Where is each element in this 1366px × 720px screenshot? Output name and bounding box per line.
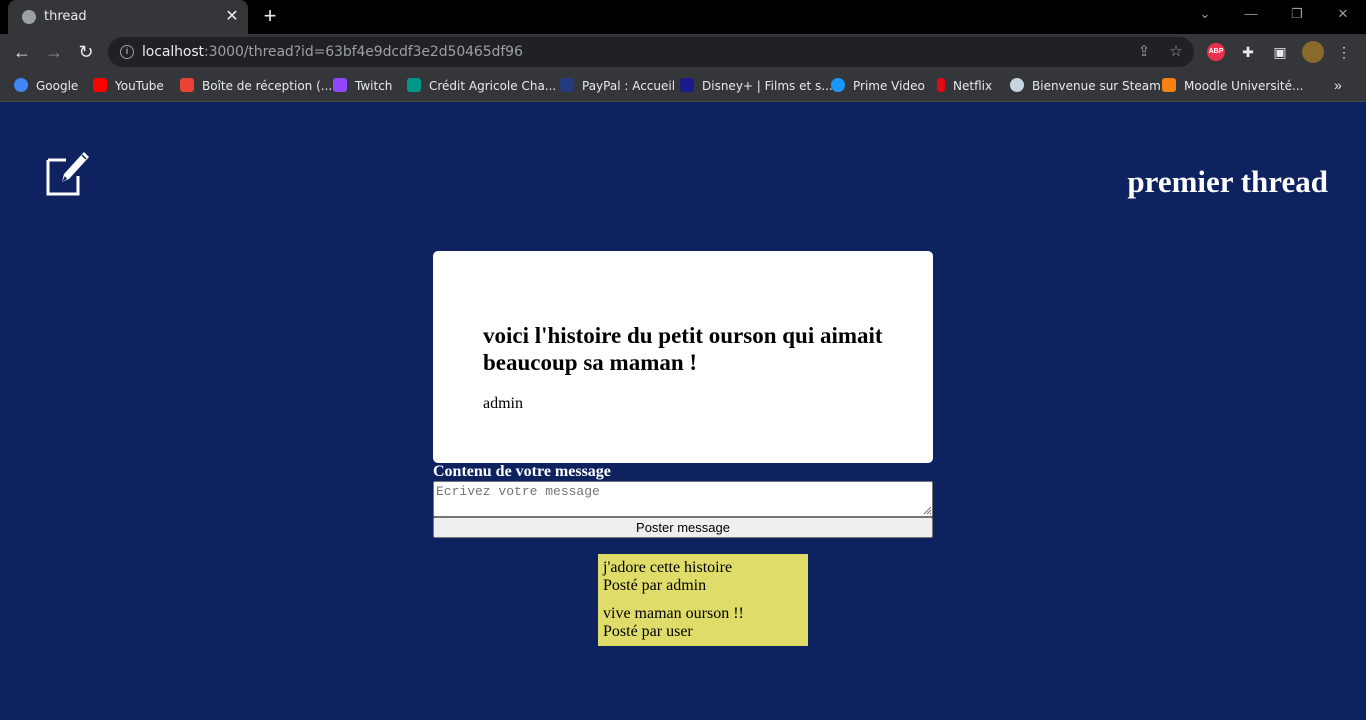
address-bar[interactable]: i localhost:3000/thread?id=63bf4e9dcdf3e… — [108, 37, 1194, 67]
bookmark-netflix[interactable]: Netflix — [937, 77, 992, 95]
url-text[interactable]: localhost:3000/thread?id=63bf4e9dcdf3e2d… — [142, 44, 523, 60]
gmail-icon — [180, 78, 194, 92]
new-tab-button[interactable]: + — [258, 4, 282, 28]
prime-video-icon — [831, 78, 845, 92]
bookmark-google[interactable]: Google — [14, 77, 78, 95]
reply-byline: Posté par admin — [603, 577, 707, 594]
bookmark-twitch[interactable]: Twitch — [333, 77, 392, 95]
disney-icon — [680, 78, 694, 92]
twitch-icon — [333, 78, 347, 92]
netflix-icon — [937, 78, 945, 92]
close-window-icon[interactable]: ✕ — [1333, 6, 1353, 22]
forward-arrow-icon[interactable]: → — [42, 40, 66, 64]
bookmark-disney[interactable]: Disney+ | Films et s... — [680, 77, 833, 95]
post-message-button[interactable]: Poster message — [433, 517, 933, 538]
credit-agricole-icon — [407, 78, 421, 92]
restore-icon[interactable]: ❐ — [1287, 6, 1307, 22]
google-icon — [14, 78, 28, 92]
moodle-icon — [1162, 78, 1176, 92]
more-bookmarks-icon[interactable]: » — [1334, 77, 1342, 93]
message-label: Contenu de votre message — [433, 463, 611, 480]
bookmark-youtube[interactable]: YouTube — [93, 77, 164, 95]
steam-icon — [1010, 78, 1024, 92]
page-title: premier thread — [1127, 164, 1328, 199]
reply-text: vive maman ourson !! — [603, 605, 744, 622]
bookmark-prime-video[interactable]: Prime Video — [831, 77, 925, 95]
close-tab-icon[interactable]: ✕ — [222, 7, 242, 27]
edit-note-logo-icon[interactable] — [44, 146, 92, 198]
share-icon[interactable]: ⇪ — [1134, 42, 1154, 62]
post-card: voici l'histoire du petit ourson qui aim… — [433, 251, 933, 463]
bookmark-steam[interactable]: Bienvenue sur Steam — [1010, 77, 1161, 95]
globe-icon — [22, 10, 36, 24]
reply-item: j'adore cette histoire Posté par admin — [598, 554, 808, 600]
bookmark-star-icon[interactable]: ☆ — [1166, 42, 1186, 62]
reply-text: j'adore cette histoire — [603, 559, 733, 576]
message-input[interactable] — [433, 481, 933, 517]
reply-item: vive maman ourson !! Posté par user — [598, 600, 808, 646]
bookmark-moodle[interactable]: Moodle Université... — [1162, 77, 1303, 95]
browser-toolbar: ← → ↻ i localhost:3000/thread?id=63bf4e9… — [0, 34, 1366, 70]
side-panel-icon[interactable]: ▣ — [1270, 42, 1290, 62]
minimize-icon[interactable]: — — [1241, 6, 1261, 21]
tab-title: thread — [44, 9, 87, 24]
reply-byline: Posté par user — [603, 623, 693, 640]
bookmark-gmail[interactable]: Boîte de réception (... — [180, 77, 332, 95]
profile-avatar[interactable] — [1302, 41, 1324, 63]
paypal-icon — [560, 78, 574, 92]
browser-tab[interactable]: thread ✕ — [8, 0, 248, 34]
extensions-puzzle-icon[interactable]: ✚ — [1238, 42, 1258, 62]
bookmark-paypal[interactable]: PayPal : Accueil — [560, 77, 675, 95]
reload-icon[interactable]: ↻ — [74, 40, 98, 64]
site-info-icon[interactable]: i — [120, 45, 134, 59]
resize-grip-icon[interactable] — [922, 505, 932, 515]
back-arrow-icon[interactable]: ← — [10, 40, 34, 64]
post-author: admin — [483, 395, 523, 412]
bookmark-credit-agricole[interactable]: Crédit Agricole Cha... — [407, 77, 556, 95]
menu-kebab-icon[interactable]: ⋮ — [1334, 42, 1354, 62]
adblock-plus-icon[interactable]: ABP — [1207, 43, 1225, 61]
youtube-icon — [93, 78, 107, 92]
post-title: voici l'histoire du petit ourson qui aim… — [483, 323, 883, 375]
tab-search-icon[interactable]: ⌄ — [1195, 6, 1215, 22]
browser-tab-bar: thread ✕ + ⌄ — ❐ ✕ — [0, 0, 1366, 34]
bookmarks-bar: Google YouTube Boîte de réception (... T… — [0, 70, 1366, 102]
